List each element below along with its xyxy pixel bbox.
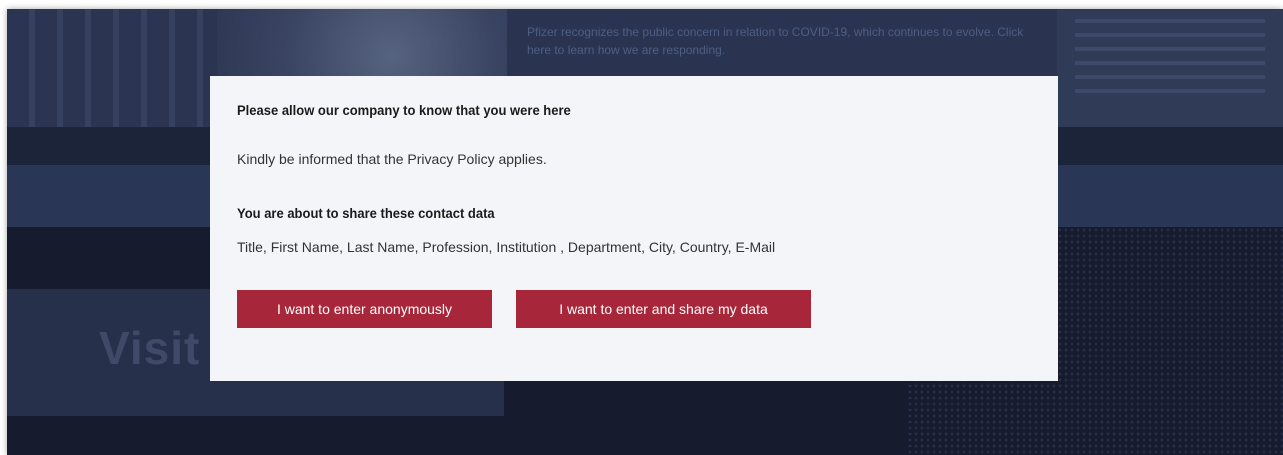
contact-data-fields: Title, First Name, Last Name, Profession… [237,239,776,255]
consent-dialog: Please allow our company to know that yo… [210,76,1058,381]
dialog-subheading: You are about to share these contact dat… [237,205,495,222]
background-card-title: Visit [99,322,201,374]
background-hero-image [7,9,217,127]
background-hero-side [1057,9,1283,127]
privacy-policy-notice: Kindly be informed that the Privacy Poli… [237,151,547,167]
dialog-heading: Please allow our company to know that yo… [237,102,571,119]
enter-anonymously-button[interactable]: I want to enter anonymously [237,290,492,328]
background-covid-notice: Pfizer recognizes the public concern in … [527,25,1024,57]
browser-viewport: Pfizer recognizes the public concern in … [7,9,1283,455]
enter-and-share-data-button[interactable]: I want to enter and share my data [516,290,811,328]
